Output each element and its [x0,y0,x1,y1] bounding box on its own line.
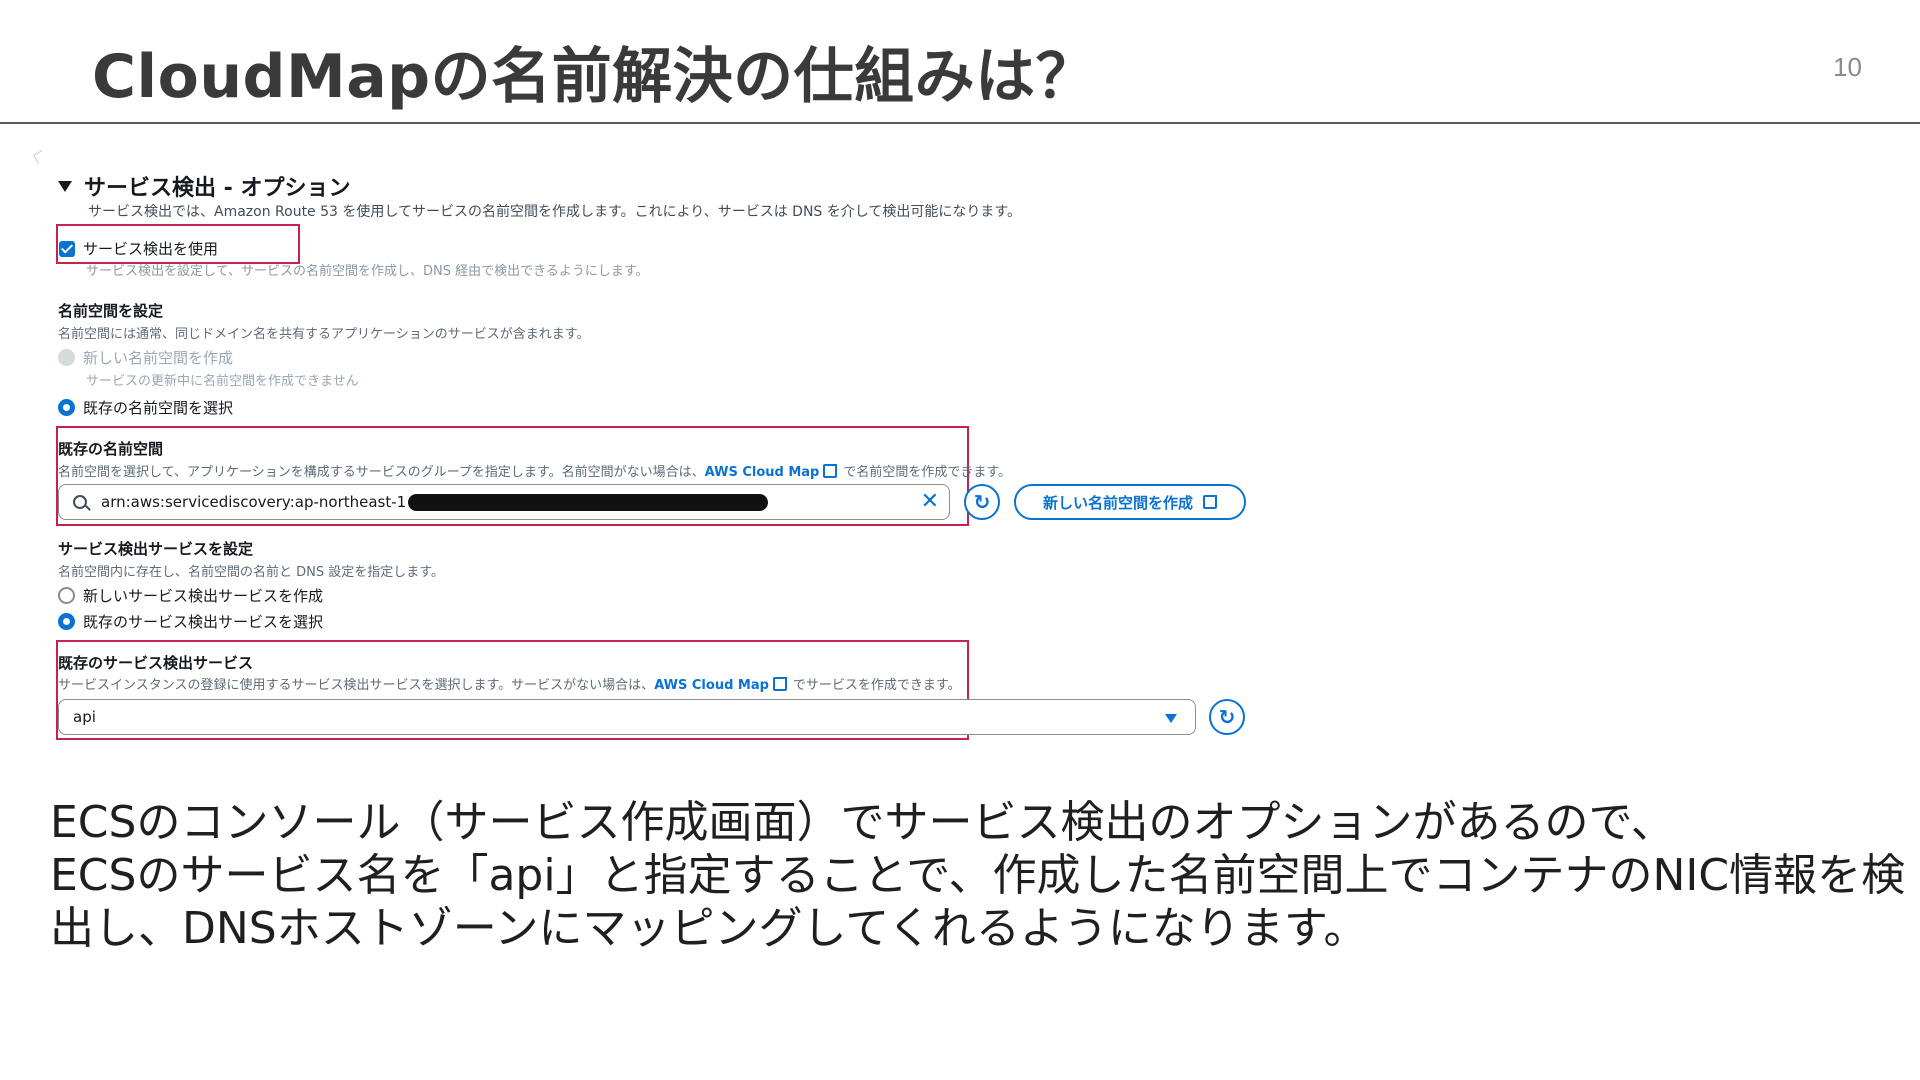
use-discovery-help: サービス検出を設定して、サービスの名前空間を作成し、DNS 経由で検出できるよう… [86,264,649,279]
radio-existing-namespace-row[interactable]: 既存の名前空間を選択 [58,397,233,418]
radio-new-service[interactable] [58,587,75,604]
slide-title: CloudMapの名前解決の仕組みは？ [92,42,1097,112]
create-namespace-button[interactable]: 新しい名前空間を作成 [1014,484,1246,520]
create-namespace-label: 新しい名前空間を作成 [1042,493,1193,512]
discovery-service-config-label: サービス検出サービスを設定 [58,540,254,558]
existing-namespace-help: 名前空間を選択して、アプリケーションを構成するサービスのグループを指定します。名… [58,461,1011,480]
discovery-service-config-help: 名前空間内に存在し、名前空間の名前と DNS 設定を指定します。 [58,565,444,580]
existing-namespace-help-after: で名前空間を作成できます。 [843,465,1012,480]
body-line-2: ECSのサービス名を「api」と指定することで、作成した名前空間上でコンテナのN… [50,850,1906,954]
external-link-icon[interactable] [823,463,839,478]
existing-namespace-help-text: 名前空間を選択して、アプリケーションを構成するサービスのグループを指定します。名… [58,465,705,480]
caret-down-icon[interactable] [58,180,72,192]
section-description: サービス検出では、Amazon Route 53 を使用してサービスの名前空間を… [88,204,1021,220]
existing-service-help-text: サービスインスタンスの登録に使用するサービス検出サービスを選択します。サービスが… [58,678,655,693]
corner-mark [33,150,47,164]
radio-existing-service[interactable] [58,613,75,630]
aws-cloud-map-link-namespace[interactable]: AWS Cloud Map [705,465,820,480]
radio-new-service-row[interactable]: 新しいサービス検出サービスを作成 [58,585,323,606]
slide-body-text: ECSのコンソール（サービス作成画面）でサービス検出のオプションがあるので、 E… [50,796,1910,955]
existing-namespace-label: 既存の名前空間 [58,440,164,458]
namespace-config-label: 名前空間を設定 [58,302,164,320]
namespace-search-input[interactable]: arn:aws:servicediscovery:ap-northeast-1 … [58,484,950,520]
use-discovery-label: サービス検出を使用 [83,240,219,258]
existing-service-help-after: でサービスを作成できます。 [792,678,961,693]
use-discovery-checkbox-row[interactable]: サービス検出を使用 [59,238,218,259]
aws-cloud-map-link-service[interactable]: AWS Cloud Map [654,678,769,693]
redacted-value [408,493,769,511]
existing-service-value: api [73,708,96,726]
body-line-1: ECSのコンソール（サービス作成画面）でサービス検出のオプションがあるので、 [50,797,1675,848]
radio-existing-namespace-label: 既存の名前空間を選択 [83,399,234,417]
clear-icon[interactable]: ✕ [921,491,939,513]
radio-existing-service-label: 既存のサービス検出サービスを選択 [83,613,324,631]
radio-new-namespace-row[interactable]: 新しい名前空間を作成 [58,347,233,368]
radio-existing-service-row[interactable]: 既存のサービス検出サービスを選択 [58,611,323,632]
page-number: 10 [1833,52,1862,82]
refresh-service-button[interactable]: ↻ [1209,699,1245,735]
refresh-namespace-button[interactable]: ↻ [964,484,1000,520]
namespace-config-help: 名前空間には通常、同じドメイン名を共有するアプリケーションのサービスが含まれます… [58,327,590,342]
section-header[interactable]: サービス検出 - オプション [58,170,350,202]
refresh-icon: ↻ [1218,705,1236,729]
existing-service-help: サービスインスタンスの登録に使用するサービス検出サービスを選択します。サービスが… [58,674,961,693]
namespace-value: arn:aws:servicediscovery:ap-northeast-1 [101,493,407,511]
radio-existing-namespace[interactable] [58,399,75,416]
section-title: サービス検出 - オプション [84,176,351,201]
title-divider [0,122,1920,124]
use-discovery-checkbox[interactable] [59,240,75,257]
chevron-down-icon[interactable] [1165,714,1177,723]
search-icon [73,495,87,509]
radio-new-service-label: 新しいサービス検出サービスを作成 [83,587,324,605]
external-link-icon [1203,494,1218,509]
service-discovery-panel: サービス検出 - オプション サービス検出では、Amazon Route 53 … [0,150,1300,750]
new-namespace-help: サービスの更新中に名前空間を作成できません [86,374,359,389]
external-link-icon[interactable] [772,676,788,691]
existing-service-label: 既存のサービス検出サービス [58,654,254,672]
radio-new-namespace[interactable] [58,349,75,366]
refresh-icon: ↻ [973,490,991,514]
existing-service-select[interactable]: api [58,699,1196,735]
radio-new-namespace-label: 新しい名前空間を作成 [83,349,234,367]
